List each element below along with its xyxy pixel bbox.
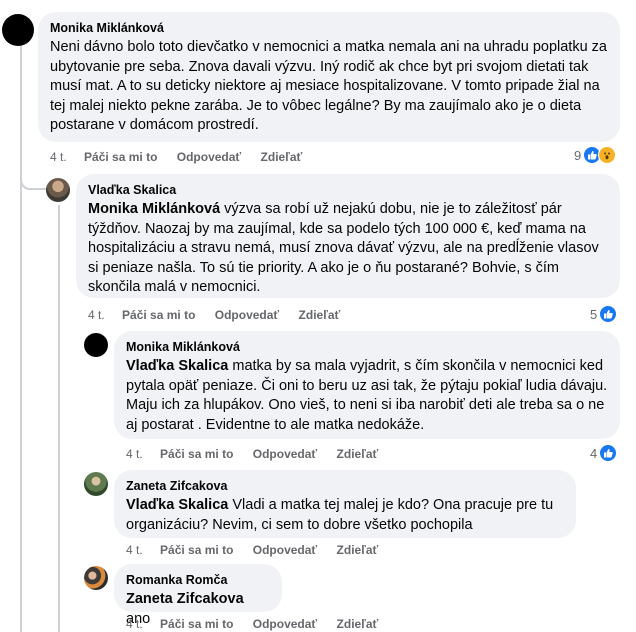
like-icon (599, 444, 618, 462)
comment-actions: 4 t. Páči sa mi to Odpovedať Zdieľať (50, 149, 318, 165)
reply-button[interactable]: Odpovedať (253, 447, 317, 461)
share-button[interactable]: Zdieľať (299, 308, 341, 322)
comment-author[interactable]: Vlaďka Skalica (88, 182, 608, 198)
comment-text: Vlaďka Skalica matka by sa mala vyjadrit… (126, 357, 608, 435)
like-button[interactable]: Páči sa mi to (160, 617, 233, 631)
reply-button[interactable]: Odpovedať (253, 617, 317, 631)
reply-button[interactable]: Odpovedať (215, 308, 279, 322)
comment-author[interactable]: Monika Miklánková (126, 339, 608, 355)
comment-bubble: Monika Miklánková Neni dávno bolo toto d… (38, 12, 620, 142)
comment-actions: 4 t. Páči sa mi to Odpovedať Zdieľať (88, 307, 356, 323)
comment-bubble: Monika Miklánková Vlaďka Skalica matka b… (114, 331, 620, 439)
reaction-count: 9 (574, 147, 582, 163)
comment-actions: 4 t. Páči sa mi to Odpovedať Zdieľať (126, 616, 394, 632)
share-button[interactable]: Zdieľať (337, 617, 379, 631)
share-button[interactable]: Zdieľať (337, 543, 379, 557)
share-button[interactable]: Zdieľať (337, 447, 379, 461)
timestamp[interactable]: 4 t. (50, 150, 67, 164)
avatar[interactable] (84, 472, 108, 496)
timestamp[interactable]: 4 t. (126, 447, 143, 461)
wow-icon (598, 146, 617, 164)
reaction-summary[interactable]: 4 (590, 444, 618, 462)
comment-body: Neni dávno bolo toto dievčatko v nemocni… (50, 39, 607, 133)
reaction-count: 5 (590, 306, 598, 322)
comment-bubble: Romanka Romča Zaneta Zifcakova ano (114, 564, 282, 627)
mention-link[interactable]: Vlaďka Skalica (126, 497, 228, 513)
comment-text: Monika Miklánková výzva sa robí už nejak… (88, 200, 608, 298)
like-button[interactable]: Páči sa mi to (84, 150, 157, 164)
like-button[interactable]: Páči sa mi to (160, 447, 233, 461)
timestamp[interactable]: 4 t. (126, 543, 143, 557)
reply-button[interactable]: Odpovedať (177, 150, 241, 164)
mention-link[interactable]: Vlaďka Skalica (126, 358, 228, 374)
share-button[interactable]: Zdieľať (261, 150, 303, 164)
avatar[interactable] (2, 14, 34, 46)
timestamp[interactable]: 4 t. (126, 617, 143, 631)
comment-author[interactable]: Zaneta Zifcakova (126, 478, 564, 494)
comment-author[interactable]: Romanka Romča (126, 572, 270, 588)
comment-bubble: Vlaďka Skalica Monika Miklánková výzva s… (76, 174, 620, 298)
avatar[interactable] (84, 566, 108, 590)
mention-link[interactable]: Zaneta Zifcakova (126, 591, 244, 607)
like-icon (599, 305, 618, 323)
avatar[interactable] (46, 178, 70, 202)
like-button[interactable]: Páči sa mi to (160, 543, 233, 557)
comment-text: Neni dávno bolo toto dievčatko v nemocni… (50, 38, 608, 136)
comment-bubble: Zaneta Zifcakova Vlaďka Skalica Vladi a … (114, 470, 576, 538)
comment-author[interactable]: Monika Miklánková (50, 20, 608, 36)
reaction-count: 4 (590, 445, 598, 461)
reaction-summary[interactable]: 5 (590, 305, 618, 323)
like-button[interactable]: Páči sa mi to (122, 308, 195, 322)
comment-text: Vlaďka Skalica Vladi a matka tej malej j… (126, 496, 564, 535)
avatar[interactable] (84, 333, 108, 357)
reply-button[interactable]: Odpovedať (253, 543, 317, 557)
comment-actions: 4 t. Páči sa mi to Odpovedať Zdieľať (126, 446, 394, 462)
mention-link[interactable]: Monika Miklánková (88, 201, 220, 217)
reaction-summary[interactable]: 9 (574, 146, 617, 164)
thread-line (20, 166, 46, 190)
comment-actions: 4 t. Páči sa mi to Odpovedať Zdieľať (126, 542, 394, 558)
thread-line (58, 205, 60, 632)
timestamp[interactable]: 4 t. (88, 308, 105, 322)
thread-line (20, 42, 22, 632)
